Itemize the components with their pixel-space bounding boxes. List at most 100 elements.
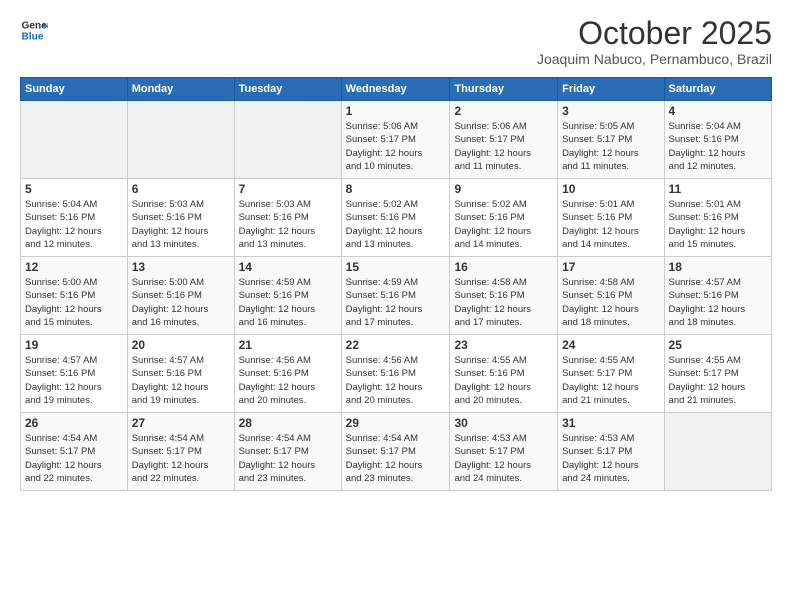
day-number: 22 [346, 338, 446, 352]
table-row: 27 Sunrise: 4:54 AM Sunset: 5:17 PM Dayli… [127, 413, 234, 491]
day-info: Sunrise: 4:57 AM Sunset: 5:16 PM Dayligh… [669, 276, 767, 329]
table-row: 28 Sunrise: 4:54 AM Sunset: 5:17 PM Dayli… [234, 413, 341, 491]
table-row: 29 Sunrise: 4:54 AM Sunset: 5:17 PM Dayli… [341, 413, 450, 491]
table-row: 15Sunrise: 4:59 AM Sunset: 5:16 PM Dayli… [341, 257, 450, 335]
day-info: Sunrise: 4:54 AM Sunset: 5:17 PM Dayligh… [346, 432, 446, 485]
header: General Blue October 2025 Joaquim Nabuco… [20, 16, 772, 67]
table-row: 26Sunrise: 4:54 AM Sunset: 5:17 PM Dayli… [21, 413, 128, 491]
day-info: Sunrise: 4:59 AM Sunset: 5:16 PM Dayligh… [346, 276, 446, 329]
day-number: 13 [132, 260, 230, 274]
day-number: 20 [132, 338, 230, 352]
col-wednesday: Wednesday [341, 78, 450, 101]
day-info: Sunrise: 4:58 AM Sunset: 5:16 PM Dayligh… [454, 276, 553, 329]
month-title: October 2025 [537, 16, 772, 51]
table-row: 3 Sunrise: 5:05 AM Sunset: 5:17 PM Daylig… [558, 101, 664, 179]
logo: General Blue [20, 16, 48, 44]
day-number: 24 [562, 338, 659, 352]
col-tuesday: Tuesday [234, 78, 341, 101]
day-info: Sunrise: 5:06 AM Sunset: 5:17 PM Dayligh… [346, 120, 446, 173]
table-row: 22 Sunrise: 4:56 AM Sunset: 5:16 PM Dayli… [341, 335, 450, 413]
table-row: 16 Sunrise: 4:58 AM Sunset: 5:16 PM Dayli… [450, 257, 558, 335]
day-number: 9 [454, 182, 553, 196]
table-row: 12 Sunrise: 5:00 AM Sunset: 5:16 PM Dayli… [21, 257, 128, 335]
table-row: 10Sunrise: 5:01 AM Sunset: 5:16 PM Dayli… [558, 179, 664, 257]
table-row: 21Sunrise: 4:56 AM Sunset: 5:16 PM Dayli… [234, 335, 341, 413]
day-info: Sunrise: 5:04 AM Sunset: 5:16 PM Dayligh… [669, 120, 767, 173]
calendar-table: Sunday Monday Tuesday Wednesday Thursday… [20, 77, 772, 491]
calendar-week-5: 26Sunrise: 4:54 AM Sunset: 5:17 PM Dayli… [21, 413, 772, 491]
day-info: Sunrise: 4:56 AM Sunset: 5:16 PM Dayligh… [346, 354, 446, 407]
day-info: Sunrise: 4:55 AM Sunset: 5:16 PM Dayligh… [454, 354, 553, 407]
day-number: 8 [346, 182, 446, 196]
col-saturday: Saturday [664, 78, 771, 101]
day-number: 16 [454, 260, 553, 274]
subtitle: Joaquim Nabuco, Pernambuco, Brazil [537, 51, 772, 67]
day-info: Sunrise: 4:57 AM Sunset: 5:16 PM Dayligh… [25, 354, 123, 407]
day-number: 1 [346, 104, 446, 118]
page: General Blue October 2025 Joaquim Nabuco… [0, 0, 792, 612]
table-row: 6 Sunrise: 5:03 AM Sunset: 5:16 PM Daylig… [127, 179, 234, 257]
calendar-week-3: 12 Sunrise: 5:00 AM Sunset: 5:16 PM Dayli… [21, 257, 772, 335]
col-thursday: Thursday [450, 78, 558, 101]
table-row: 8 Sunrise: 5:02 AM Sunset: 5:16 PM Daylig… [341, 179, 450, 257]
col-friday: Friday [558, 78, 664, 101]
day-number: 30 [454, 416, 553, 430]
day-number: 21 [239, 338, 337, 352]
day-info: Sunrise: 4:55 AM Sunset: 5:17 PM Dayligh… [669, 354, 767, 407]
day-number: 27 [132, 416, 230, 430]
day-info: Sunrise: 5:03 AM Sunset: 5:16 PM Dayligh… [132, 198, 230, 251]
table-row: 13 Sunrise: 5:00 AM Sunset: 5:16 PM Dayli… [127, 257, 234, 335]
svg-text:Blue: Blue [22, 31, 44, 42]
table-row: 30 Sunrise: 4:53 AM Sunset: 5:17 PM Dayli… [450, 413, 558, 491]
day-number: 28 [239, 416, 337, 430]
day-number: 2 [454, 104, 553, 118]
table-row: 14 Sunrise: 4:59 AM Sunset: 5:16 PM Dayli… [234, 257, 341, 335]
day-info: Sunrise: 5:00 AM Sunset: 5:16 PM Dayligh… [132, 276, 230, 329]
table-row [127, 101, 234, 179]
col-monday: Monday [127, 78, 234, 101]
day-number: 14 [239, 260, 337, 274]
day-number: 10 [562, 182, 659, 196]
day-info: Sunrise: 4:54 AM Sunset: 5:17 PM Dayligh… [132, 432, 230, 485]
table-row: 2Sunrise: 5:06 AM Sunset: 5:17 PM Daylig… [450, 101, 558, 179]
day-number: 7 [239, 182, 337, 196]
table-row: 5 Sunrise: 5:04 AM Sunset: 5:16 PM Daylig… [21, 179, 128, 257]
title-block: October 2025 Joaquim Nabuco, Pernambuco,… [537, 16, 772, 67]
table-row: 20 Sunrise: 4:57 AM Sunset: 5:16 PM Dayli… [127, 335, 234, 413]
table-row: 19Sunrise: 4:57 AM Sunset: 5:16 PM Dayli… [21, 335, 128, 413]
day-info: Sunrise: 4:55 AM Sunset: 5:17 PM Dayligh… [562, 354, 659, 407]
day-info: Sunrise: 5:05 AM Sunset: 5:17 PM Dayligh… [562, 120, 659, 173]
day-info: Sunrise: 5:02 AM Sunset: 5:16 PM Dayligh… [346, 198, 446, 251]
day-info: Sunrise: 4:54 AM Sunset: 5:17 PM Dayligh… [239, 432, 337, 485]
table-row [664, 413, 771, 491]
day-info: Sunrise: 4:59 AM Sunset: 5:16 PM Dayligh… [239, 276, 337, 329]
calendar-week-2: 5 Sunrise: 5:04 AM Sunset: 5:16 PM Daylig… [21, 179, 772, 257]
day-number: 29 [346, 416, 446, 430]
day-info: Sunrise: 5:04 AM Sunset: 5:16 PM Dayligh… [25, 198, 123, 251]
table-row: 17Sunrise: 4:58 AM Sunset: 5:16 PM Dayli… [558, 257, 664, 335]
day-number: 3 [562, 104, 659, 118]
day-number: 6 [132, 182, 230, 196]
table-row: 18Sunrise: 4:57 AM Sunset: 5:16 PM Dayli… [664, 257, 771, 335]
day-number: 25 [669, 338, 767, 352]
day-number: 4 [669, 104, 767, 118]
calendar-week-1: 1 Sunrise: 5:06 AM Sunset: 5:17 PM Daylig… [21, 101, 772, 179]
table-row: 31Sunrise: 4:53 AM Sunset: 5:17 PM Dayli… [558, 413, 664, 491]
table-row: 7Sunrise: 5:03 AM Sunset: 5:16 PM Daylig… [234, 179, 341, 257]
calendar-header-row: Sunday Monday Tuesday Wednesday Thursday… [21, 78, 772, 101]
table-row: 24 Sunrise: 4:55 AM Sunset: 5:17 PM Dayli… [558, 335, 664, 413]
day-info: Sunrise: 4:53 AM Sunset: 5:17 PM Dayligh… [562, 432, 659, 485]
day-info: Sunrise: 5:02 AM Sunset: 5:16 PM Dayligh… [454, 198, 553, 251]
day-info: Sunrise: 4:53 AM Sunset: 5:17 PM Dayligh… [454, 432, 553, 485]
day-info: Sunrise: 4:57 AM Sunset: 5:16 PM Dayligh… [132, 354, 230, 407]
day-number: 12 [25, 260, 123, 274]
day-info: Sunrise: 4:54 AM Sunset: 5:17 PM Dayligh… [25, 432, 123, 485]
table-row: 9 Sunrise: 5:02 AM Sunset: 5:16 PM Daylig… [450, 179, 558, 257]
day-info: Sunrise: 5:00 AM Sunset: 5:16 PM Dayligh… [25, 276, 123, 329]
calendar-week-4: 19Sunrise: 4:57 AM Sunset: 5:16 PM Dayli… [21, 335, 772, 413]
logo-icon: General Blue [20, 16, 48, 44]
day-number: 5 [25, 182, 123, 196]
day-number: 11 [669, 182, 767, 196]
table-row: 4 Sunrise: 5:04 AM Sunset: 5:16 PM Daylig… [664, 101, 771, 179]
table-row: 23Sunrise: 4:55 AM Sunset: 5:16 PM Dayli… [450, 335, 558, 413]
